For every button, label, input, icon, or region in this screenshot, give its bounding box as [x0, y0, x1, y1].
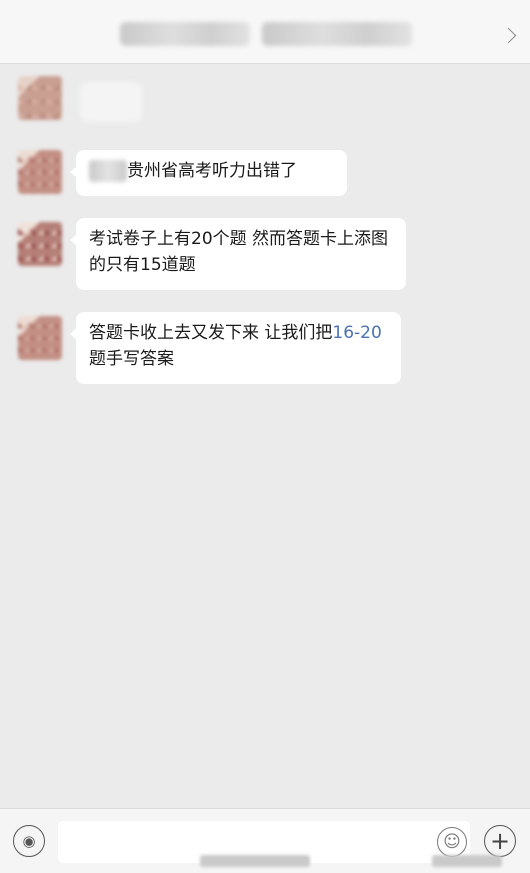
- message-text: 考试卷子上有20个题 然而答题卡上添图的只有15道题: [89, 229, 389, 275]
- message-bubble[interactable]: 考试卷子上有20个题 然而答题卡上添图的只有15道题: [70, 218, 406, 290]
- avatar[interactable]: [18, 76, 62, 120]
- message-text: 贵州省高考听力出错了: [127, 161, 297, 181]
- message-text-end: 题手写答案: [89, 349, 174, 369]
- redacted-title-part-1: [120, 22, 250, 46]
- message-bubble[interactable]: 答题卡收上去又发下来 让我们把16-20 题手写答案: [70, 312, 401, 384]
- redacted-message: [80, 82, 142, 122]
- chat-screen: 贵州省高考听力出错了 考试卷子上有20个题 然而答题卡上添图的只有15道题 答题…: [0, 0, 530, 873]
- redacted-title-part-2: [262, 22, 412, 46]
- redacted-watermark: [200, 855, 310, 867]
- chevron-right-icon[interactable]: [500, 27, 517, 44]
- avatar[interactable]: [18, 222, 62, 266]
- emoji-icon[interactable]: ☺: [437, 827, 467, 857]
- input-bar: ◉ ☺ +: [0, 808, 530, 873]
- watermark-right: [432, 854, 502, 867]
- plus-icon[interactable]: +: [484, 825, 516, 857]
- chat-header: [0, 0, 530, 64]
- voice-icon[interactable]: ◉: [13, 825, 45, 857]
- message-bubble[interactable]: 贵州省高考听力出错了: [70, 150, 347, 196]
- watermark-left: [200, 854, 310, 867]
- message-text: 答题卡收上去又发下来 让我们把: [89, 323, 333, 343]
- redacted-text: [89, 160, 127, 182]
- avatar[interactable]: [18, 316, 62, 360]
- question-range-link[interactable]: 16-20: [332, 323, 381, 343]
- avatar[interactable]: [18, 150, 62, 194]
- redacted-watermark: [432, 855, 502, 867]
